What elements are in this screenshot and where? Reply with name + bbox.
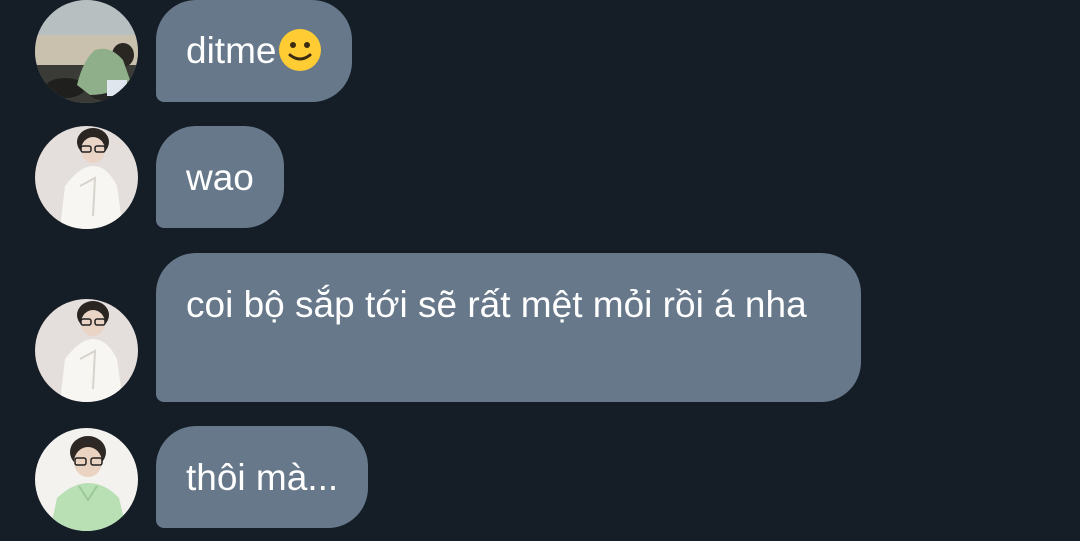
message-text: coi bộ sắp tới sẽ rất mệt mỏi rồi á nha bbox=[186, 284, 807, 325]
message-text: thôi mà... bbox=[186, 457, 339, 498]
user-avatar-beach[interactable] bbox=[35, 0, 138, 103]
message-bubble[interactable]: wao bbox=[156, 126, 284, 228]
message-bubble[interactable]: coi bộ sắp tới sẽ rất mệt mỏi rồi á nha bbox=[156, 253, 861, 402]
message-bubble[interactable]: thôi mà... bbox=[156, 426, 369, 528]
avatar-photo bbox=[35, 126, 138, 229]
message-text: ditme bbox=[186, 30, 277, 71]
avatar-photo bbox=[35, 299, 138, 402]
user-avatar-white-shirt[interactable] bbox=[35, 299, 138, 402]
user-avatar-white-shirt[interactable] bbox=[35, 126, 138, 229]
slightly-smiling-face-emoji bbox=[278, 28, 322, 72]
user-avatar-green-shirt[interactable] bbox=[35, 428, 138, 531]
message-bubble[interactable]: ditme bbox=[156, 0, 353, 102]
message-text: wao bbox=[186, 157, 254, 198]
avatar-photo bbox=[35, 428, 138, 531]
avatar-photo bbox=[35, 0, 138, 103]
